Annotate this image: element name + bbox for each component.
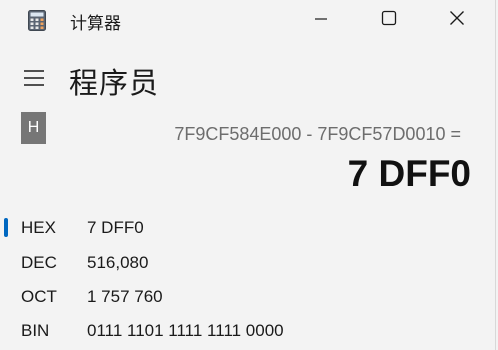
window-title: 计算器 — [70, 14, 121, 34]
radix-value: 0111 1101 1111 1111 0000 — [87, 321, 284, 340]
maximize-icon — [381, 10, 397, 30]
calculator-icon — [28, 10, 46, 31]
title-bar[interactable]: 计算器 — [0, 0, 496, 40]
radix-label: BIN — [21, 321, 50, 340]
radix-label: DEC — [21, 253, 57, 272]
minimize-button[interactable] — [298, 0, 344, 40]
selected-indicator — [4, 218, 8, 237]
navigation-menu-button[interactable] — [20, 68, 48, 92]
hamburger-icon — [23, 69, 45, 91]
radix-value: 1 757 760 — [87, 287, 163, 306]
mode-title: 程序员 — [69, 66, 160, 100]
maximize-button[interactable] — [366, 0, 412, 40]
close-icon — [449, 10, 465, 30]
radix-row-oct[interactable]: OCT 1 757 760 — [0, 283, 496, 313]
minimize-icon — [314, 11, 328, 30]
close-button[interactable] — [434, 0, 480, 40]
calculator-window: 计算器 程序员 H 7F9CF584E000 - 7F9CF57D0010 = … — [0, 0, 496, 350]
radix-row-dec[interactable]: DEC 516,080 — [0, 249, 496, 279]
result-display: 7 DFF0 — [347, 153, 471, 194]
radix-label: HEX — [21, 218, 56, 237]
history-button[interactable]: H — [21, 112, 46, 144]
radix-row-bin[interactable]: BIN 0111 1101 1111 1111 0000 — [0, 317, 496, 347]
radix-label: OCT — [21, 287, 57, 306]
radix-value: 516,080 — [87, 253, 149, 272]
expression-display: 7F9CF584E000 - 7F9CF57D0010 = — [174, 124, 461, 144]
radix-value: 7 DFF0 — [87, 218, 144, 237]
radix-row-hex[interactable]: HEX 7 DFF0 — [0, 214, 496, 244]
